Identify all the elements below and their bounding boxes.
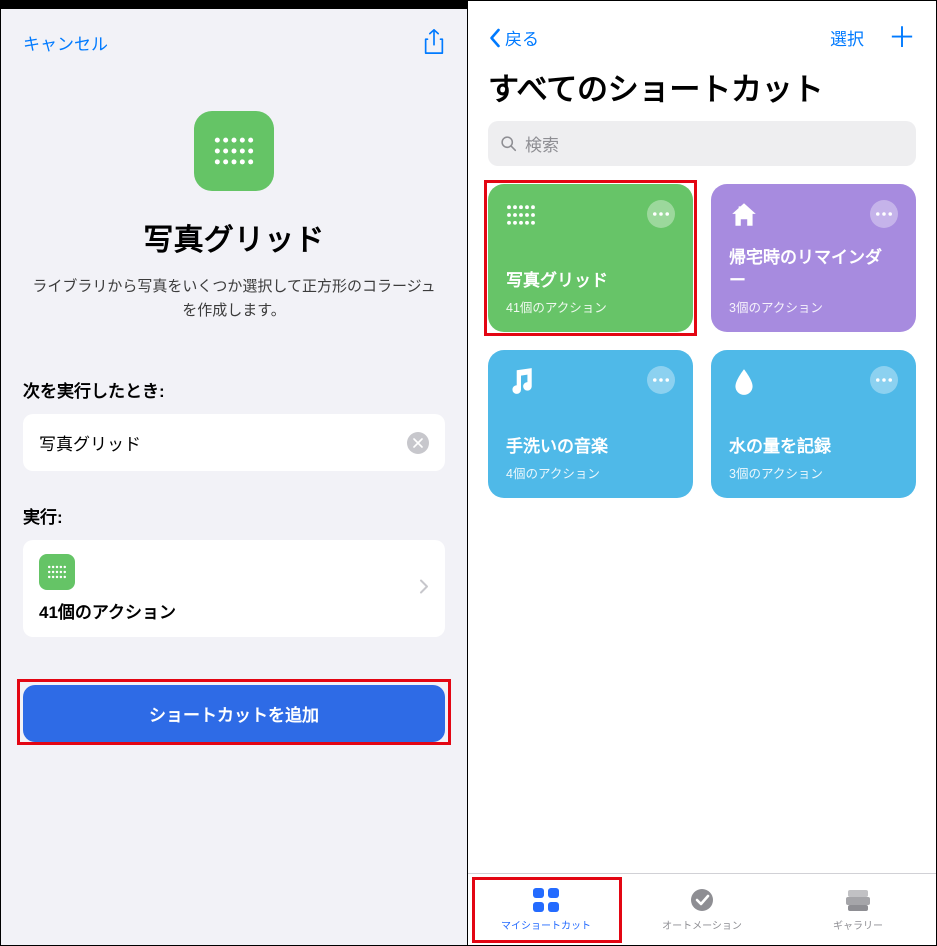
back-button[interactable]: 戻る	[488, 25, 539, 50]
more-icon[interactable]	[647, 366, 675, 394]
when-input-row[interactable]: 写真グリッド	[23, 414, 445, 471]
modal-header: キャンセル	[1, 9, 467, 63]
add-shortcut-button[interactable]: ショートカットを追加	[23, 685, 445, 742]
tile-name: 写真グリッド	[506, 270, 675, 293]
tile-water-log[interactable]: 水の量を記録 3個のアクション	[711, 350, 916, 498]
tab-bar: マイショートカット オートメーション ギャラリー	[468, 873, 936, 945]
tile-sub: 3個のアクション	[729, 463, 898, 482]
shortcut-app-icon	[194, 111, 274, 191]
shortcut-detail-screen: キャンセル 写真グリッド ライブラリから写真をいくつか選択して正方形のコラージュ…	[1, 1, 468, 945]
grid-icon	[506, 200, 536, 230]
water-drop-icon	[729, 366, 759, 396]
chevron-right-icon	[419, 578, 429, 599]
search-input[interactable]: 検索	[488, 121, 916, 166]
clear-icon[interactable]	[407, 432, 429, 454]
grid-icon	[39, 554, 75, 590]
cancel-button[interactable]: キャンセル	[23, 30, 108, 55]
my-shortcuts-icon	[531, 887, 561, 913]
exec-action-count: 41個のアクション	[39, 598, 429, 623]
tile-sub: 41個のアクション	[506, 297, 675, 316]
exec-section-label: 実行:	[23, 503, 445, 528]
page-title: すべてのショートカット	[468, 58, 936, 121]
more-icon[interactable]	[870, 366, 898, 394]
list-header: 戻る 選択 ＋	[468, 1, 936, 58]
tab-my-shortcuts[interactable]: マイショートカット	[468, 874, 624, 945]
music-icon	[506, 366, 536, 396]
more-icon[interactable]	[647, 200, 675, 228]
tile-home-reminder[interactable]: 帰宅時のリマインダー 3個のアクション	[711, 184, 916, 332]
search-placeholder: 検索	[525, 131, 559, 156]
when-section-label: 次を実行したとき:	[23, 377, 445, 402]
search-icon	[500, 135, 517, 152]
tile-name: 帰宅時のリマインダー	[729, 247, 898, 293]
sheet-notch	[1, 1, 467, 9]
automation-icon	[687, 887, 717, 913]
share-icon[interactable]	[423, 29, 445, 55]
home-icon	[729, 200, 759, 230]
tab-label: ギャラリー	[833, 917, 883, 932]
when-section: 次を実行したとき: 写真グリッド	[23, 377, 445, 471]
exec-row[interactable]: 41個のアクション	[23, 540, 445, 637]
tab-label: オートメーション	[662, 917, 742, 932]
exec-section: 実行: 41個のアクション	[23, 503, 445, 637]
gallery-icon	[843, 887, 873, 913]
tab-gallery[interactable]: ギャラリー	[780, 874, 936, 945]
tile-photo-grid[interactable]: 写真グリッド 41個のアクション	[488, 184, 693, 332]
shortcut-description: ライブラリから写真をいくつか選択して正方形のコラージュを作成します。	[23, 275, 445, 323]
tile-sub: 3個のアクション	[729, 297, 898, 316]
shortcuts-list-screen: 戻る 選択 ＋ すべてのショートカット 検索	[468, 1, 936, 945]
when-input-value: 写真グリッド	[39, 430, 141, 455]
shortcut-title: 写真グリッド	[143, 215, 324, 259]
tab-label: マイショートカット	[501, 917, 591, 932]
select-button[interactable]: 選択	[830, 25, 864, 50]
tiles-grid: 写真グリッド 41個のアクション 帰宅時のリマインダー 3個のアクション	[468, 184, 936, 498]
more-icon[interactable]	[870, 200, 898, 228]
tile-sub: 4個のアクション	[506, 463, 675, 482]
tab-automation[interactable]: オートメーション	[624, 874, 780, 945]
tile-name: 水の量を記録	[729, 436, 898, 459]
tile-handwash-music[interactable]: 手洗いの音楽 4個のアクション	[488, 350, 693, 498]
tile-name: 手洗いの音楽	[506, 436, 675, 459]
back-label: 戻る	[505, 25, 539, 50]
